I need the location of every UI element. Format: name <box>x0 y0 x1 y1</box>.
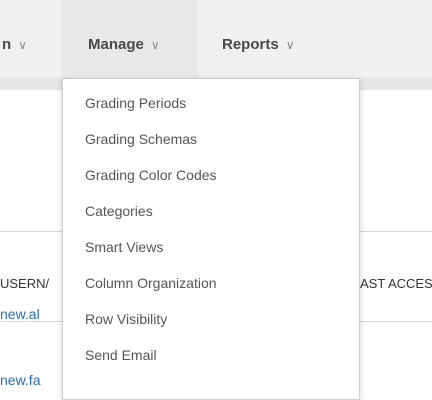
chevron-down-icon: ∨ <box>150 38 160 52</box>
col-last-access-header[interactable]: AST ACCES <box>360 276 432 291</box>
menu-item-grading-schemas[interactable]: Grading Schemas <box>85 131 197 147</box>
tab-reports-label: Reports <box>222 36 279 53</box>
chevron-down-icon: ∨ <box>285 38 295 52</box>
manage-dropdown-menu: Grading Periods Grading Schemas Grading … <box>62 78 360 400</box>
tab-manage-label: Manage <box>88 36 144 53</box>
menu-item-grading-periods[interactable]: Grading Periods <box>85 95 186 111</box>
col-username-header[interactable]: USERN/ <box>0 276 49 291</box>
tab-manage[interactable]: Manage ∨ <box>88 36 160 53</box>
tab-reports[interactable]: Reports ∨ <box>222 36 294 53</box>
menu-item-send-email[interactable]: Send Email <box>85 347 157 363</box>
menu-item-column-organization[interactable]: Column Organization <box>85 275 217 291</box>
chevron-down-icon: ∨ <box>18 38 27 52</box>
menu-item-grading-color-codes[interactable]: Grading Color Codes <box>85 167 217 183</box>
menu-item-smart-views[interactable]: Smart Views <box>85 239 163 255</box>
tab-partial-left[interactable]: n ∨ <box>2 36 27 53</box>
tab-partial-left-label: n <box>2 36 12 53</box>
menu-item-row-visibility[interactable]: Row Visibility <box>85 311 167 327</box>
menu-item-categories[interactable]: Categories <box>85 203 153 219</box>
table-row-username-1[interactable]: new.al <box>0 306 40 322</box>
table-row-username-2[interactable]: new.fa <box>0 372 40 388</box>
